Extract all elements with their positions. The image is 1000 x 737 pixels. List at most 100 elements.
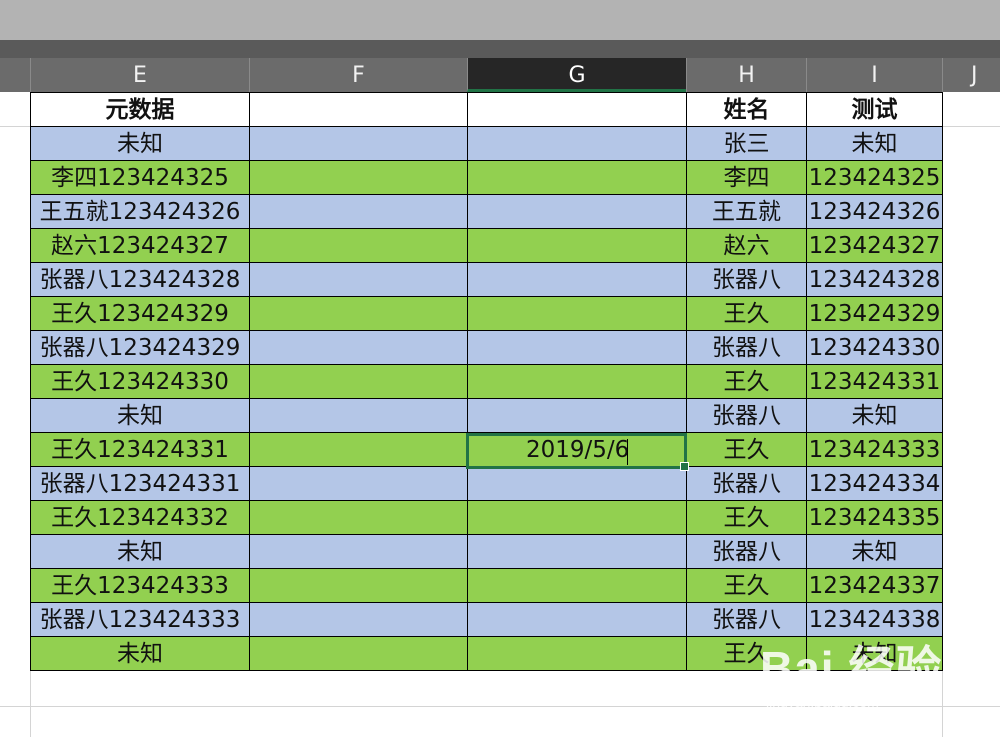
- cell[interactable]: 元数据: [30, 92, 250, 127]
- cell[interactable]: 王久123424333: [30, 568, 250, 603]
- cell[interactable]: 123424326: [806, 194, 943, 229]
- cell[interactable]: 张三: [686, 126, 807, 161]
- cell[interactable]: [467, 330, 687, 365]
- cell[interactable]: 赵六: [686, 228, 807, 263]
- cell[interactable]: 未知: [806, 636, 943, 671]
- cell[interactable]: [467, 602, 687, 637]
- column-header-e[interactable]: E: [30, 58, 249, 92]
- cell[interactable]: 123424334: [806, 466, 943, 501]
- cell[interactable]: [467, 160, 687, 195]
- cell[interactable]: 123424329: [806, 296, 943, 331]
- table-row: 王久123424332 王久 123424335: [30, 500, 943, 535]
- cell[interactable]: [467, 534, 687, 569]
- cell[interactable]: 王久123424332: [30, 500, 250, 535]
- cell[interactable]: 张器八123424329: [30, 330, 250, 365]
- column-header-g[interactable]: G: [467, 58, 686, 92]
- cell[interactable]: [467, 296, 687, 331]
- cell[interactable]: 未知: [30, 636, 250, 671]
- cell[interactable]: 王久123424331: [30, 432, 250, 467]
- cell[interactable]: [249, 568, 468, 603]
- cell[interactable]: [249, 636, 468, 671]
- cell[interactable]: [249, 466, 468, 501]
- table-header-row: 元数据 姓名 测试: [30, 92, 943, 127]
- cell[interactable]: [249, 160, 468, 195]
- cell[interactable]: 未知: [806, 534, 943, 569]
- spreadsheet-grid: 元数据 姓名 测试 未知 张三 未知 李四123424325 李四 123424325 王五…: [30, 92, 943, 671]
- column-header-f[interactable]: F: [249, 58, 467, 92]
- table-row: 王久123424331 2019/5/6 王久 123424333: [30, 432, 943, 467]
- cell[interactable]: 123424335: [806, 500, 943, 535]
- cell[interactable]: 王久: [686, 296, 807, 331]
- cell[interactable]: 李四: [686, 160, 807, 195]
- cell[interactable]: 王久: [686, 636, 807, 671]
- cell[interactable]: 123424325: [806, 160, 943, 195]
- cell[interactable]: 张器八: [686, 534, 807, 569]
- cell[interactable]: 未知: [30, 398, 250, 433]
- cell[interactable]: 王久: [686, 500, 807, 535]
- cell[interactable]: 123424328: [806, 262, 943, 297]
- cell[interactable]: [249, 330, 468, 365]
- table-row: 张器八123424331 张器八 123424334: [30, 466, 943, 501]
- cell[interactable]: 王久: [686, 364, 807, 399]
- table-row: 张器八123424329 张器八 123424330: [30, 330, 943, 365]
- cell[interactable]: 123424327: [806, 228, 943, 263]
- cell[interactable]: [467, 466, 687, 501]
- cell[interactable]: 张器八: [686, 330, 807, 365]
- cell[interactable]: [249, 398, 468, 433]
- cell[interactable]: [467, 398, 687, 433]
- cell[interactable]: 王五就123424326: [30, 194, 250, 229]
- cell[interactable]: [467, 92, 687, 127]
- cell[interactable]: 123424331: [806, 364, 943, 399]
- column-header-j[interactable]: J: [942, 58, 1000, 92]
- cell[interactable]: 王久123424330: [30, 364, 250, 399]
- cell[interactable]: 张器八123424333: [30, 602, 250, 637]
- cell[interactable]: 123424330: [806, 330, 943, 365]
- cell[interactable]: 未知: [806, 398, 943, 433]
- cell[interactable]: 123424333: [806, 432, 943, 467]
- cell[interactable]: 张器八: [686, 602, 807, 637]
- cell[interactable]: 王五就: [686, 194, 807, 229]
- table-row: 赵六123424327 赵六 123424327: [30, 228, 943, 263]
- cell[interactable]: [467, 228, 687, 263]
- cell[interactable]: [249, 296, 468, 331]
- cell[interactable]: 张器八123424328: [30, 262, 250, 297]
- cell[interactable]: [249, 262, 468, 297]
- cell[interactable]: 张器八: [686, 466, 807, 501]
- table-row: 李四123424325 李四 123424325: [30, 160, 943, 195]
- cell[interactable]: [467, 500, 687, 535]
- cell[interactable]: [467, 364, 687, 399]
- cell[interactable]: 2019/5/6: [467, 432, 687, 467]
- cell[interactable]: [467, 568, 687, 603]
- cell[interactable]: 张器八: [686, 398, 807, 433]
- cell[interactable]: [249, 432, 468, 467]
- cell[interactable]: 未知: [806, 126, 943, 161]
- table-row: 未知 王久 未知: [30, 636, 943, 671]
- cell[interactable]: 张器八: [686, 262, 807, 297]
- cell[interactable]: 王久123424329: [30, 296, 250, 331]
- cell[interactable]: [249, 364, 468, 399]
- cell[interactable]: 李四123424325: [30, 160, 250, 195]
- cell[interactable]: 未知: [30, 126, 250, 161]
- cell[interactable]: [249, 500, 468, 535]
- cell[interactable]: [467, 126, 687, 161]
- cell[interactable]: [249, 194, 468, 229]
- cell[interactable]: 张器八123424331: [30, 466, 250, 501]
- cell[interactable]: [249, 126, 468, 161]
- column-header-h[interactable]: H: [686, 58, 806, 92]
- cell[interactable]: 测试: [806, 92, 943, 127]
- column-header-i[interactable]: I: [806, 58, 942, 92]
- cell[interactable]: [249, 534, 468, 569]
- cell[interactable]: 未知: [30, 534, 250, 569]
- cell[interactable]: 赵六123424327: [30, 228, 250, 263]
- cell[interactable]: [249, 602, 468, 637]
- cell[interactable]: [249, 228, 468, 263]
- cell[interactable]: 姓名: [686, 92, 807, 127]
- cell[interactable]: [467, 262, 687, 297]
- cell[interactable]: 王久: [686, 568, 807, 603]
- cell[interactable]: 王久: [686, 432, 807, 467]
- cell[interactable]: 123424337: [806, 568, 943, 603]
- cell[interactable]: 123424338: [806, 602, 943, 637]
- cell[interactable]: [467, 636, 687, 671]
- cell[interactable]: [249, 92, 468, 127]
- cell[interactable]: [467, 194, 687, 229]
